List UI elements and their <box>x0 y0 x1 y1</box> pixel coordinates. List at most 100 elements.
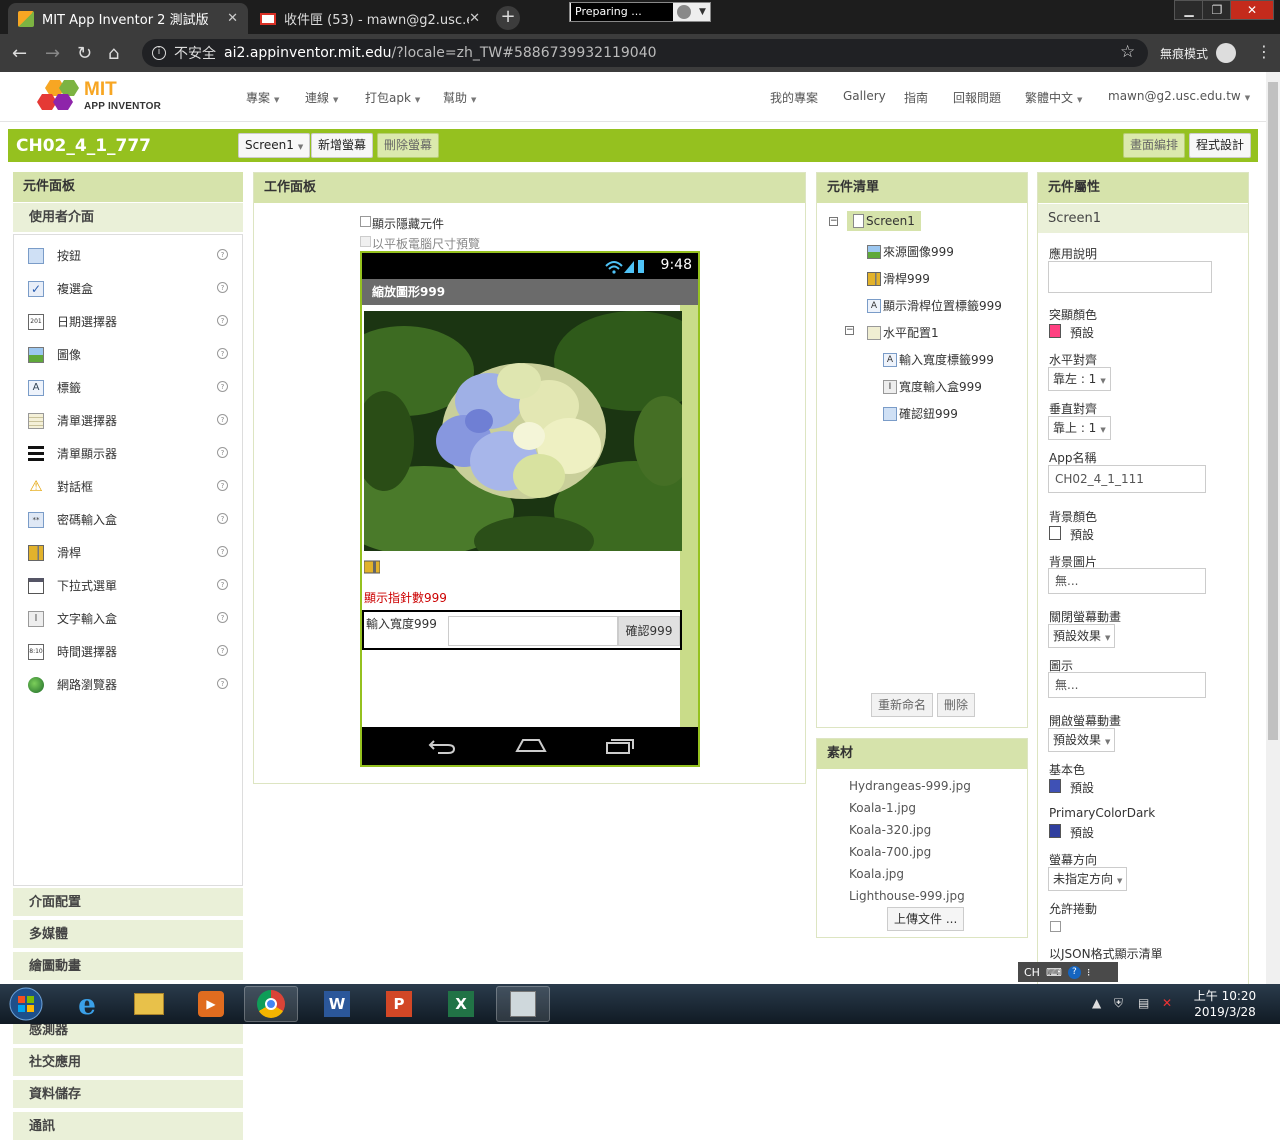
rename-button[interactable]: 重新命名 <box>871 693 934 717</box>
blocks-button[interactable]: 程式設計 <box>1189 133 1252 158</box>
bookmark-star-icon[interactable]: ☆ <box>1120 42 1135 62</box>
link-gallery[interactable]: Gallery <box>843 89 886 103</box>
help-icon[interactable]: ? <box>217 315 228 326</box>
taskbar-excel[interactable]: X <box>434 986 488 1022</box>
tab-close-icon[interactable]: ✕ <box>469 11 480 26</box>
app-name-input[interactable]: CH02_4_1_111 <box>1048 465 1206 493</box>
slider-thumb-icon[interactable] <box>364 560 380 574</box>
background-color-value[interactable]: 預設 <box>1070 526 1094 543</box>
menu-connect[interactable]: 連線 ▼ <box>305 89 338 106</box>
tree-node-slider-position-label[interactable]: A 顯示滑桿位置標籤999 <box>867 297 1002 314</box>
new-tab-button[interactable]: + <box>496 6 520 30</box>
palette-category-connectivity[interactable]: 通訊 <box>13 1110 243 1140</box>
palette-item-button[interactable]: 按鈕 ? <box>14 239 242 272</box>
help-icon[interactable]: ? <box>217 249 228 260</box>
ime-help-icon[interactable]: ? <box>1067 965 1081 979</box>
show-hidden-checkbox[interactable] <box>360 216 371 227</box>
screen-select[interactable]: Screen1 ▼ <box>238 133 311 158</box>
menu-kebab-icon[interactable]: ⋮ <box>1256 42 1272 61</box>
about-textarea[interactable] <box>1048 261 1212 293</box>
page-scrollbar[interactable] <box>1266 72 1280 984</box>
tray-volume-muted-icon[interactable]: ✕ <box>1162 996 1172 1010</box>
language-menu[interactable]: 繁體中文 ▼ <box>1025 89 1082 106</box>
palette-category-storage[interactable]: 資料儲存 <box>13 1078 243 1108</box>
help-icon[interactable]: ? <box>217 447 228 458</box>
palette-category-social[interactable]: 社交應用 <box>13 1046 243 1076</box>
collapse-arrangement-icon[interactable]: − <box>845 326 854 335</box>
media-file[interactable]: Koala-700.jpg <box>849 845 931 859</box>
tab-gmail[interactable]: 收件匣 (53) - mawn@g2.usc.edu ✕ <box>250 3 490 34</box>
menu-build[interactable]: 打包apk ▼ <box>365 89 420 106</box>
open-animation-select[interactable]: 預設效果 ▼ <box>1048 728 1116 752</box>
palette-category-drawing[interactable]: 繪圖動畫 <box>13 950 243 980</box>
width-textbox[interactable] <box>448 616 618 646</box>
start-button[interactable] <box>2 986 50 1022</box>
palette-item-spinner[interactable]: 下拉式選單 ? <box>14 569 242 602</box>
help-icon[interactable]: ? <box>217 678 228 689</box>
close-window-button[interactable]: ✕ <box>1230 0 1274 20</box>
palette-item-textbox[interactable]: I 文字輸入盒 ? <box>14 602 242 635</box>
palette-item-slider[interactable]: 滑桿 ? <box>14 536 242 569</box>
orientation-select[interactable]: 未指定方向 ▼ <box>1048 867 1128 891</box>
palette-category-media[interactable]: 多媒體 <box>13 918 243 948</box>
media-file[interactable]: Lighthouse-999.jpg <box>849 889 965 903</box>
tray-network-icon[interactable]: ▤ <box>1138 996 1149 1010</box>
taskbar-word[interactable]: W <box>310 986 364 1022</box>
taskbar-emulator[interactable] <box>496 986 550 1022</box>
reload-icon[interactable]: ↻ <box>77 43 92 64</box>
palette-item-webviewer[interactable]: 網路瀏覽器 ? <box>14 668 242 701</box>
palette-item-datepicker[interactable]: 201 日期選擇器 ? <box>14 305 242 338</box>
help-icon[interactable]: ? <box>217 645 228 656</box>
tree-node-width-label[interactable]: A 輸入寬度標籤999 <box>883 351 994 368</box>
menu-project[interactable]: 專案 ▼ <box>246 89 279 106</box>
palette-item-listview[interactable]: 清單顯示器 ? <box>14 437 242 470</box>
horizontal-align-select[interactable]: 靠左 : 1 ▼ <box>1048 367 1111 391</box>
tablet-preview-checkbox[interactable] <box>360 236 371 247</box>
media-file[interactable]: Koala-320.jpg <box>849 823 931 837</box>
palette-item-checkbox[interactable]: ✓ 複選盒 ? <box>14 272 242 305</box>
background-color-swatch[interactable] <box>1049 526 1061 540</box>
taskbar-explorer[interactable] <box>122 986 176 1022</box>
primary-color-swatch[interactable] <box>1049 779 1061 793</box>
tab-app-inventor[interactable]: MIT App Inventor 2 測試版 ✕ <box>8 3 248 34</box>
help-icon[interactable]: ? <box>217 414 228 425</box>
background-image-input[interactable]: 無... <box>1048 568 1206 594</box>
palette-item-notifier[interactable]: ⚠ 對話框 ? <box>14 470 242 503</box>
preparing-indicator[interactable]: Preparing ... ▼ <box>569 2 711 22</box>
dropdown-arrow-icon[interactable]: ▼ <box>699 7 706 17</box>
delete-button[interactable]: 刪除 <box>937 693 976 717</box>
help-icon[interactable]: ? <box>217 348 228 359</box>
help-icon[interactable]: ? <box>217 381 228 392</box>
primary-color-value[interactable]: 預設 <box>1070 779 1094 796</box>
tab-close-icon[interactable]: ✕ <box>227 11 238 26</box>
help-icon[interactable]: ? <box>217 579 228 590</box>
palette-item-passwordtextbox[interactable]: ** 密碼輸入盒 ? <box>14 503 242 536</box>
page-scrollbar-thumb[interactable] <box>1268 82 1278 740</box>
add-screen-button[interactable]: 新增螢幕 <box>311 133 374 158</box>
hydrangea-image[interactable] <box>364 311 682 551</box>
link-my-projects[interactable]: 我的專案 <box>770 89 818 106</box>
taskbar-media-player[interactable]: ▶ <box>184 986 238 1022</box>
palette-item-image[interactable]: 圖像 ? <box>14 338 242 371</box>
confirm-button[interactable]: 確認999 <box>618 616 680 646</box>
help-icon[interactable]: ? <box>217 513 228 524</box>
forward-icon[interactable]: → <box>45 43 60 64</box>
ime-options-icon[interactable]: ⁝ <box>1087 966 1091 979</box>
primary-dark-swatch[interactable] <box>1049 824 1061 838</box>
tree-node-confirm-button[interactable]: 確認鈕999 <box>883 405 958 422</box>
tray-expand-icon[interactable]: ▲ <box>1092 996 1101 1010</box>
accent-color-swatch[interactable] <box>1049 324 1061 338</box>
palette-item-timepicker[interactable]: 8:10 時間選擇器 ? <box>14 635 242 668</box>
help-icon[interactable]: ? <box>217 546 228 557</box>
close-animation-select[interactable]: 預設效果 ▼ <box>1048 624 1116 648</box>
tree-node-slider[interactable]: 滑桿999 <box>867 270 930 287</box>
scrollable-checkbox[interactable] <box>1050 921 1061 932</box>
restore-button[interactable]: ❐ <box>1202 0 1232 20</box>
palette-item-label[interactable]: A 標籤 ? <box>14 371 242 404</box>
media-file[interactable]: Hydrangeas-999.jpg <box>849 779 971 793</box>
tray-shield-icon[interactable]: ⛨ <box>1114 996 1123 1011</box>
help-icon[interactable]: ? <box>217 282 228 293</box>
designer-button[interactable]: 畫面編排 <box>1123 133 1186 158</box>
media-file[interactable]: Koala-1.jpg <box>849 801 916 815</box>
tree-node-horizontal-arrangement[interactable]: 水平配置1 <box>867 324 939 341</box>
